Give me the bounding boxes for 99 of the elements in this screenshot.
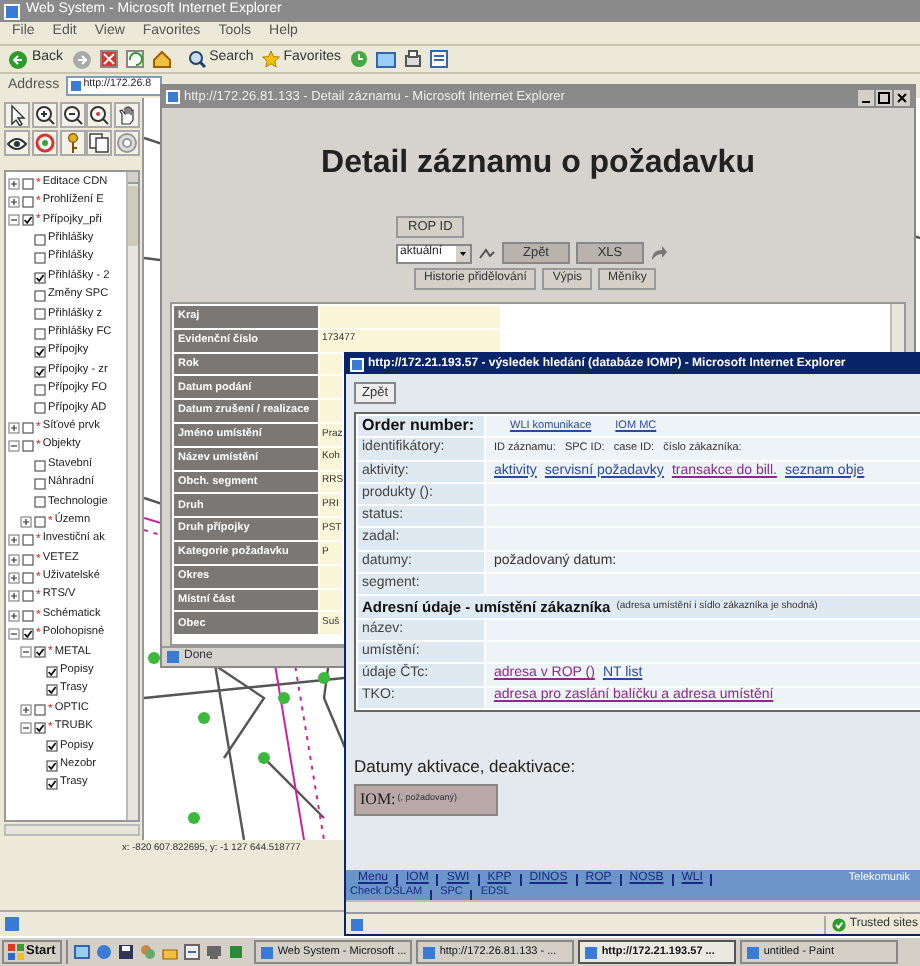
checkbox[interactable]	[22, 571, 34, 584]
disc-icon	[116, 132, 139, 154]
checkbox[interactable]	[34, 459, 46, 472]
tool-button[interactable]	[31, 102, 58, 128]
checkbox[interactable]	[46, 759, 58, 772]
tool-button[interactable]	[4, 130, 30, 156]
page-icon	[350, 917, 364, 931]
eye-icon	[6, 132, 28, 154]
checkbox[interactable]	[34, 327, 46, 340]
window-icon[interactable]	[183, 944, 200, 960]
checkbox[interactable]	[46, 684, 58, 697]
pages-icon	[88, 132, 111, 154]
expand-icon[interactable]	[8, 196, 20, 209]
collapse-icon[interactable]	[8, 214, 20, 227]
checkbox[interactable]	[22, 628, 34, 641]
checkbox[interactable]	[34, 383, 46, 396]
checkbox[interactable]	[22, 440, 34, 453]
desktop-icon[interactable]	[73, 944, 90, 960]
star-icon	[261, 50, 280, 68]
monitor-icon[interactable]	[205, 944, 222, 960]
chart-line-icon[interactable]	[478, 245, 496, 261]
checkbox[interactable]	[22, 590, 34, 603]
checkbox[interactable]	[46, 778, 58, 791]
checkbox[interactable]	[34, 346, 46, 359]
dropdown-arrow-icon	[456, 245, 470, 261]
section-heading: Datumy aktivace, deaktivace:	[354, 753, 578, 780]
checkbox[interactable]	[34, 290, 46, 303]
back-arrow-icon	[8, 49, 28, 69]
magnifier-icon	[88, 104, 111, 126]
maximize-icon[interactable]	[876, 89, 892, 105]
browser-icon	[4, 3, 20, 19]
expand-icon[interactable]	[8, 590, 20, 603]
tool-button[interactable]	[86, 102, 113, 128]
window-icon	[583, 945, 598, 959]
checkbox[interactable]	[22, 196, 34, 209]
expand-icon[interactable]	[8, 571, 20, 584]
collapse-icon[interactable]	[20, 646, 32, 659]
printer-icon[interactable]	[403, 50, 422, 68]
checkbox[interactable]	[22, 609, 34, 622]
page-icon	[4, 916, 20, 932]
tool-button[interactable]	[4, 102, 30, 128]
checkbox[interactable]	[34, 233, 46, 246]
window-icon	[745, 945, 760, 959]
hand-icon	[116, 104, 139, 126]
checkbox[interactable]	[22, 534, 34, 547]
page-heading: Detail záznamu o požadavku	[319, 144, 757, 184]
refresh-icon[interactable]	[125, 50, 144, 68]
expand-icon[interactable]	[20, 703, 32, 716]
checkbox[interactable]	[34, 402, 46, 415]
checkbox[interactable]	[34, 703, 46, 716]
history-icon[interactable]	[349, 50, 368, 68]
zoom-out-icon	[61, 104, 84, 126]
checkbox[interactable]	[34, 365, 46, 378]
browser-icon	[350, 357, 364, 371]
home-icon[interactable]	[151, 50, 172, 68]
collapse-icon[interactable]	[20, 722, 32, 735]
curved-arrow-icon[interactable]	[650, 244, 668, 262]
expand-icon[interactable]	[8, 421, 20, 434]
checkbox[interactable]	[46, 665, 58, 678]
expand-icon[interactable]	[8, 534, 20, 547]
collapse-icon[interactable]	[8, 440, 20, 453]
expand-icon[interactable]	[8, 177, 20, 190]
checkbox[interactable]	[34, 252, 46, 265]
checkbox[interactable]	[34, 271, 46, 284]
checkbox[interactable]	[34, 477, 46, 490]
checkbox[interactable]	[22, 421, 34, 434]
tool-button[interactable]	[59, 102, 86, 128]
window-icon	[259, 945, 274, 959]
expand-icon[interactable]	[8, 553, 20, 565]
expand-icon[interactable]	[8, 609, 20, 622]
field-label: Order number:	[358, 416, 484, 437]
checkbox[interactable]	[22, 177, 34, 190]
iom-label: IOM:	[360, 787, 396, 812]
checkbox[interactable]	[34, 308, 46, 321]
checkbox[interactable]	[34, 515, 46, 528]
checkbox[interactable]	[34, 722, 46, 735]
checkbox[interactable]	[34, 496, 46, 509]
minimize-icon[interactable]	[858, 89, 874, 105]
zoom-in-icon	[33, 104, 56, 126]
collapse-icon[interactable]	[8, 628, 20, 641]
target-icon	[33, 132, 56, 154]
window-icon	[421, 945, 436, 959]
page-icon	[69, 80, 82, 92]
pointer-icon	[6, 104, 28, 126]
windows-logo-icon	[8, 944, 24, 960]
tool-button[interactable]	[114, 102, 141, 128]
checkbox[interactable]	[22, 553, 34, 565]
expand-icon[interactable]	[20, 515, 32, 528]
stop-icon[interactable]	[99, 50, 118, 68]
page-icon	[166, 650, 180, 664]
magnifier-icon	[187, 50, 206, 68]
browser-icon	[166, 90, 180, 104]
close-icon[interactable]	[894, 89, 910, 105]
tool-button[interactable]	[59, 130, 86, 156]
checkbox[interactable]	[22, 214, 34, 227]
checkbox[interactable]	[34, 646, 46, 659]
page-icon[interactable]	[429, 50, 448, 68]
checkbox[interactable]	[46, 740, 58, 753]
check-icon	[831, 917, 846, 931]
